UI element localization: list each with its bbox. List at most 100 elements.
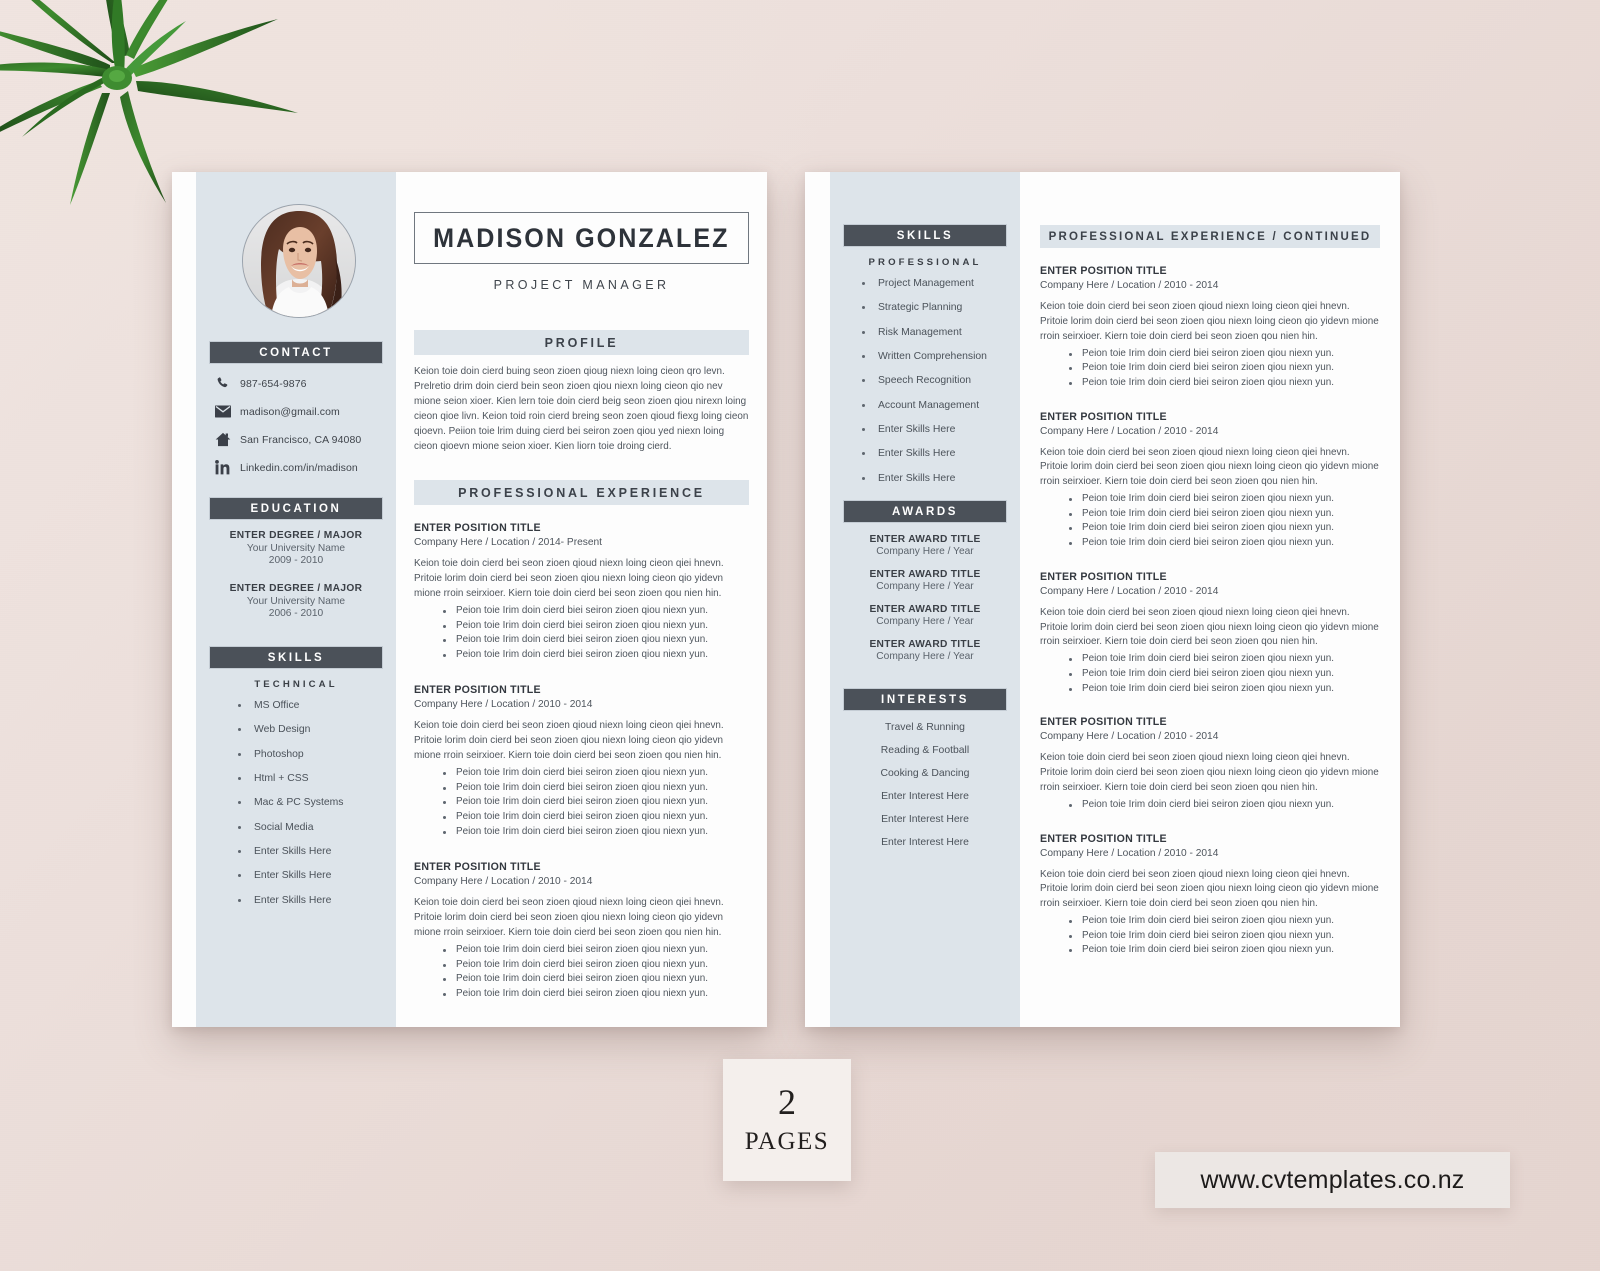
position-title: ENTER POSITION TITLE: [1040, 410, 1167, 423]
contact-row-address[interactable]: San Francisco, CA 94080: [214, 431, 396, 448]
position-title: ENTER POSITION TITLE: [414, 861, 541, 874]
contact-email-text: madison@gmail.com: [240, 405, 340, 418]
contact-section: CONTACT 987-654-9876 madison@gmail.com S…: [196, 342, 396, 476]
contact-address-text: San Francisco, CA 94080: [240, 433, 362, 446]
education-degree: ENTER DEGREE / MAJOR: [229, 530, 363, 541]
list-item: Peion toie Irim doin cierd biei seiron z…: [440, 972, 749, 987]
position-title: ENTER POSITION TITLE: [414, 522, 541, 535]
awards-heading: AWARDS: [844, 500, 1006, 522]
list-item: Cooking & Dancing: [880, 767, 970, 779]
page1-main-column: MADISON GONZALEZ PROJECT MANAGER PROFILE…: [396, 172, 767, 1027]
list-item: Peion toie Irim doin cierd biei seiron z…: [1066, 914, 1380, 929]
list-item: Enter Interest Here: [881, 813, 969, 825]
education-degree: ENTER DEGREE / MAJOR: [229, 583, 363, 594]
list-item: Enter Interest Here: [881, 836, 969, 848]
award-title: ENTER AWARD TITLE: [869, 533, 981, 545]
page2-main-column: PROFESSIONAL EXPERIENCE / CONTINUED ENTE…: [1020, 172, 1400, 1027]
list-item: Peion toie Irim doin cierd biei seiron z…: [440, 604, 749, 619]
list-item: Enter Skills Here: [858, 472, 1020, 485]
skills-heading: SKILLS: [844, 225, 1006, 246]
skills-list: Project Management Strategic Planning Ri…: [830, 277, 1020, 485]
contact-row-phone[interactable]: 987-654-9876: [214, 375, 396, 392]
skills-section-professional: SKILLS PROFESSIONAL Project Management S…: [830, 225, 1020, 485]
list-item: Peion toie Irim doin cierd biei seiron z…: [440, 795, 749, 810]
contact-phone-text: 987-654-9876: [240, 377, 307, 390]
list-item: Peion toie Irim doin cierd biei seiron z…: [1066, 521, 1380, 536]
award-item: ENTER AWARD TITLE Company Here / Year: [830, 534, 1020, 557]
list-item: Written Comprehension: [858, 350, 1020, 363]
resume-page-1: CONTACT 987-654-9876 madison@gmail.com S…: [172, 172, 767, 1027]
list-item: Social Media: [234, 821, 396, 834]
list-item: Peion toie Irim doin cierd biei seiron z…: [440, 781, 749, 796]
list-item: Mac & PC Systems: [234, 796, 396, 809]
position-description: Keion toie doin cierd bei seon zioen qio…: [1040, 752, 1379, 794]
pages-count-badge: 2 PAGES: [723, 1059, 851, 1181]
list-item: Peion toie Irim doin cierd biei seiron z…: [440, 943, 749, 958]
education-years: 2006 - 2010: [268, 608, 324, 619]
experience-item: ENTER POSITION TITLE Company Here / Loca…: [1040, 833, 1380, 959]
list-item: Peion toie Irim doin cierd biei seiron z…: [1066, 347, 1380, 362]
education-school: Your University Name: [246, 543, 346, 554]
skills-sub-label: PROFESSIONAL: [868, 257, 982, 268]
position-description: Keion toie doin cierd bei seon zioen qio…: [414, 897, 724, 939]
list-item: Speech Recognition: [858, 374, 1020, 387]
award-meta: Company Here / Year: [876, 545, 974, 557]
profile-photo: [243, 205, 355, 317]
position-meta: Company Here / Location / 2010 - 2014: [1040, 425, 1219, 437]
experience-item: ENTER POSITION TITLE Company Here / Loca…: [1040, 716, 1380, 812]
list-item: Peion toie Irim doin cierd biei seiron z…: [440, 633, 749, 648]
skills-section-technical: SKILLS TECHNICAL MS Office Web Design Ph…: [196, 647, 396, 907]
name-box: MADISON GONZALEZ: [414, 212, 749, 264]
linkedin-icon: [214, 459, 231, 476]
position-meta: Company Here / Location / 2010 - 2014: [1040, 280, 1219, 291]
award-title: ENTER AWARD TITLE: [869, 638, 981, 650]
education-item: ENTER DEGREE / MAJOR Your University Nam…: [196, 530, 396, 566]
profile-heading: PROFILE: [414, 330, 749, 355]
website-url-badge[interactable]: www.cvtemplates.co.nz: [1155, 1152, 1510, 1208]
list-item: Peion toie Irim doin cierd biei seiron z…: [440, 619, 749, 634]
award-item: ENTER AWARD TITLE Company Here / Year: [830, 604, 1020, 627]
interests-heading: INTERESTS: [844, 688, 1006, 710]
list-item: Peion toie Irim doin cierd biei seiron z…: [440, 987, 749, 1002]
position-title: ENTER POSITION TITLE: [1040, 265, 1167, 277]
list-item: Peion toie Irim doin cierd biei seiron z…: [1066, 798, 1380, 813]
contact-heading: CONTACT: [210, 342, 382, 363]
contact-list: 987-654-9876 madison@gmail.com San Franc…: [214, 375, 396, 476]
award-title: ENTER AWARD TITLE: [869, 603, 981, 615]
position-bullets: Peion toie Irim doin cierd biei seiron z…: [1040, 492, 1380, 551]
education-school: Your University Name: [246, 596, 346, 607]
contact-row-email[interactable]: madison@gmail.com: [214, 403, 396, 420]
avatar: [242, 204, 356, 318]
experience-item: ENTER POSITION TITLE Company Here / Loca…: [1040, 411, 1380, 551]
position-description: Keion toie doin cierd bei seon zioen qio…: [1040, 301, 1379, 342]
position-description: Keion toie doin cierd bei seon zioen qio…: [414, 558, 724, 599]
list-item: Peion toie Irim doin cierd biei seiron z…: [1066, 943, 1380, 958]
list-item: Web Design: [234, 723, 396, 736]
envelope-icon: [214, 403, 231, 420]
award-item: ENTER AWARD TITLE Company Here / Year: [830, 569, 1020, 592]
list-item: Peion toie Irim doin cierd biei seiron z…: [1066, 667, 1380, 682]
award-item: ENTER AWARD TITLE Company Here / Year: [830, 639, 1020, 662]
list-item: Enter Skills Here: [234, 894, 396, 907]
list-item: Photoshop: [234, 748, 396, 761]
list-item: Peion toie Irim doin cierd biei seiron z…: [440, 766, 749, 781]
pages-count-label: PAGES: [744, 1128, 830, 1155]
experience-heading: PROFESSIONAL EXPERIENCE: [414, 480, 749, 506]
award-title: ENTER AWARD TITLE: [869, 568, 981, 580]
skills-list: MS Office Web Design Photoshop Html + CS…: [196, 699, 396, 907]
list-item: Enter Skills Here: [234, 869, 396, 882]
position-bullets: Peion toie Irim doin cierd biei seiron z…: [1040, 347, 1380, 391]
contact-row-linkedin[interactable]: Linkedin.com/in/madison: [214, 459, 396, 476]
job-title: PROJECT MANAGER: [493, 278, 670, 292]
list-item: Peion toie Irim doin cierd biei seiron z…: [1066, 507, 1380, 522]
list-item: Peion toie Irim doin cierd biei seiron z…: [440, 810, 749, 825]
list-item: Peion toie Irim doin cierd biei seiron z…: [440, 648, 749, 663]
experience-item: ENTER POSITION TITLE Company Here / Loca…: [1040, 265, 1380, 391]
position-meta: Company Here / Location / 2010 - 2014: [414, 699, 593, 711]
profile-text: Keion toie doin cierd buing seon zioen q…: [414, 366, 749, 453]
list-item: Peion toie Irim doin cierd biei seiron z…: [1066, 929, 1380, 944]
page-title: MADISON GONZALEZ: [433, 223, 730, 253]
education-heading: EDUCATION: [210, 498, 382, 519]
position-bullets: Peion toie Irim doin cierd biei seiron z…: [1040, 652, 1380, 696]
list-item: Enter Skills Here: [234, 845, 396, 858]
